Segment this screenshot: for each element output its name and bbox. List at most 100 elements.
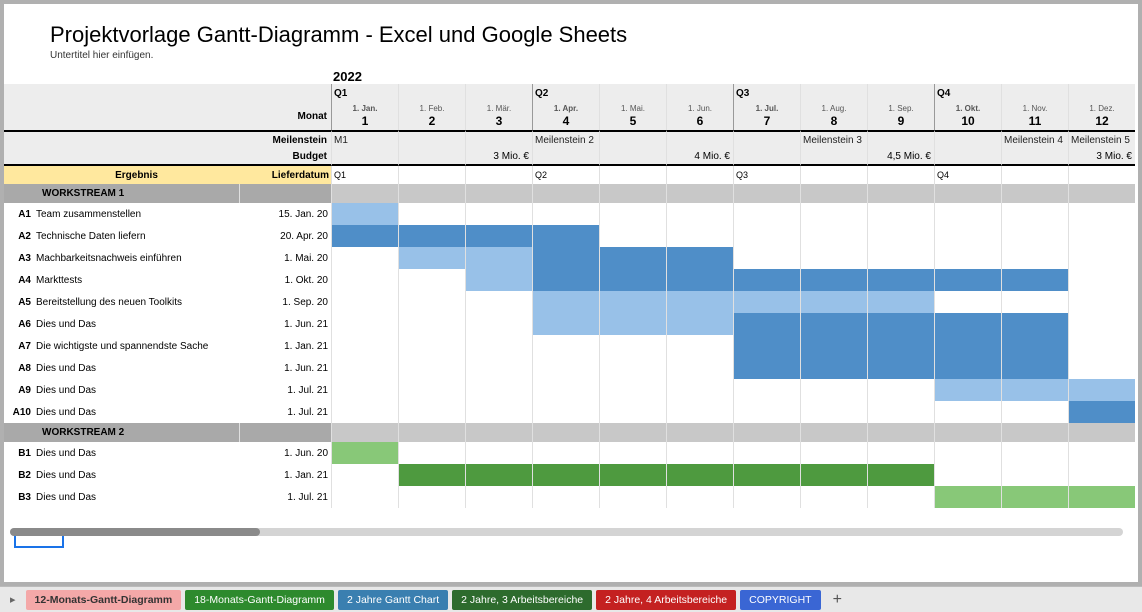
task-row[interactable]: A1Team zusammenstellen15. Jan. 20 [4, 203, 1138, 225]
task-row[interactable]: A3Machbarkeitsnachweis einführen1. Mai. … [4, 247, 1138, 269]
task-row[interactable]: A7Die wichtigste und spannendste Sache1.… [4, 335, 1138, 357]
budget-cell[interactable]: 4 Mio. € [666, 148, 733, 166]
budget-cell[interactable] [398, 148, 465, 166]
quarter-cell[interactable] [398, 84, 465, 102]
milestone-header: Meilenstein [239, 130, 331, 148]
budget-cell[interactable] [733, 148, 800, 166]
budget-cell[interactable] [599, 148, 666, 166]
quarter-cell[interactable]: Q2 [532, 84, 599, 102]
budget-cell[interactable]: 3 Mio. € [465, 148, 532, 166]
quarter-cell[interactable]: Q3 [733, 84, 800, 102]
cell-selection[interactable] [14, 534, 64, 548]
budget-cell[interactable] [1001, 148, 1068, 166]
task-row[interactable]: B1Dies und Das1. Jun. 20 [4, 442, 1138, 464]
milestone-cell[interactable]: Meilenstein 2 [532, 130, 599, 148]
month-cell[interactable]: 1. Aug.8 [800, 102, 867, 130]
ergebnis-cell[interactable]: Q1 [331, 166, 398, 184]
month-cell[interactable]: 1. Dez.12 [1068, 102, 1135, 130]
month-header: Monat [239, 102, 331, 130]
workstream-header[interactable]: WORKSTREAM 1 [4, 184, 1138, 203]
ergebnis-cell[interactable] [867, 166, 934, 184]
ergebnis-cell[interactable] [666, 166, 733, 184]
ergebnis-cell[interactable] [800, 166, 867, 184]
budget-cell[interactable] [800, 148, 867, 166]
month-cell[interactable]: 1. Apr.4 [532, 102, 599, 130]
ergebnis-header: Ergebnis [34, 166, 239, 184]
ergebnis-cell[interactable]: Q4 [934, 166, 1001, 184]
year-label: 2022 [4, 69, 1138, 84]
task-row[interactable]: A6Dies und Das1. Jun. 21 [4, 313, 1138, 335]
task-row[interactable]: A2Technische Daten liefern20. Apr. 20 [4, 225, 1138, 247]
task-row[interactable]: A5Bereitstellung des neuen Toolkits1. Se… [4, 291, 1138, 313]
ergebnis-row: ErgebnisLieferdatumQ1 Q2 Q3 Q4 [4, 166, 1138, 184]
month-cell[interactable]: 1. Jul.7 [733, 102, 800, 130]
ergebnis-cell[interactable] [599, 166, 666, 184]
task-row[interactable]: A4Markttests1. Okt. 20 [4, 269, 1138, 291]
month-cell[interactable]: 1. Jun.6 [666, 102, 733, 130]
milestone-cell[interactable] [733, 130, 800, 148]
budget-cell[interactable] [934, 148, 1001, 166]
month-cell[interactable]: 1. Sep.9 [867, 102, 934, 130]
milestone-cell[interactable] [867, 130, 934, 148]
budget-cell[interactable]: 3 Mio. € [1068, 148, 1135, 166]
add-sheet-button[interactable]: + [825, 591, 850, 609]
milestone-cell[interactable]: Meilenstein 4 [1001, 130, 1068, 148]
page-title: Projektvorlage Gantt-Diagramm - Excel un… [4, 4, 1138, 50]
horizontal-scrollbar[interactable] [10, 528, 1123, 536]
milestone-cell[interactable] [666, 130, 733, 148]
month-cell[interactable]: 1. Mai.5 [599, 102, 666, 130]
lieferdatum-header: Lieferdatum [239, 166, 331, 184]
quarter-cell[interactable]: Q1 [331, 84, 398, 102]
quarter-cell[interactable] [800, 84, 867, 102]
sheet-tabs: ▸ 12-Monats-Gantt-Diagramm18-Monats-Gant… [0, 586, 1142, 612]
milestone-cell[interactable]: Meilenstein 3 [800, 130, 867, 148]
tab-nav-prev[interactable]: ▸ [4, 593, 22, 606]
sheet-tab[interactable]: 18-Monats-Gantt-Diagramm [185, 590, 334, 610]
milestone-cell[interactable] [934, 130, 1001, 148]
ergebnis-cell[interactable] [1068, 166, 1135, 184]
milestone-cell[interactable]: M1 [331, 130, 398, 148]
task-row[interactable]: A9Dies und Das1. Jul. 21 [4, 379, 1138, 401]
quarter-cell[interactable] [599, 84, 666, 102]
ergebnis-cell[interactable]: Q2 [532, 166, 599, 184]
sheet-tab[interactable]: 2 Jahre Gantt Chart [338, 590, 448, 610]
task-row[interactable]: A8Dies und Das1. Jun. 21 [4, 357, 1138, 379]
month-cell[interactable]: 1. Nov.11 [1001, 102, 1068, 130]
budget-row: Budget 3 Mio. € 4 Mio. € 4,5 Mio. € 3 Mio. € [4, 148, 1138, 166]
month-cell[interactable]: 1. Okt.10 [934, 102, 1001, 130]
quarter-cell[interactable]: Q4 [934, 84, 1001, 102]
sheet-tab[interactable]: COPYRIGHT [740, 590, 820, 610]
milestone-row: MeilensteinM1 Meilenstein 2 Meilenstein 3 M… [4, 130, 1138, 148]
quarter-cell[interactable] [867, 84, 934, 102]
quarter-cell[interactable] [666, 84, 733, 102]
milestone-cell[interactable] [465, 130, 532, 148]
month-cell[interactable]: 1. Jan.1 [331, 102, 398, 130]
sheet-tab[interactable]: 2 Jahre, 4 Arbeitsbereiche [596, 590, 736, 610]
quarter-row: Q1 Q2 Q3 Q4 [4, 84, 1138, 102]
ergebnis-cell[interactable] [465, 166, 532, 184]
task-row[interactable]: B2Dies und Das1. Jan. 21 [4, 464, 1138, 486]
quarter-cell[interactable] [1068, 84, 1135, 102]
quarter-cell[interactable] [1001, 84, 1068, 102]
task-row[interactable]: A10Dies und Das1. Jul. 21 [4, 401, 1138, 423]
task-row[interactable]: B3Dies und Das1. Jul. 21 [4, 486, 1138, 508]
page-subtitle: Untertitel hier einfügen. [4, 50, 1138, 69]
workstream-header[interactable]: WORKSTREAM 2 [4, 423, 1138, 442]
milestone-cell[interactable]: Meilenstein 5 [1068, 130, 1135, 148]
budget-cell[interactable] [331, 148, 398, 166]
spreadsheet-canvas[interactable]: Projektvorlage Gantt-Diagramm - Excel un… [4, 4, 1138, 582]
ergebnis-cell[interactable] [398, 166, 465, 184]
ergebnis-cell[interactable] [1001, 166, 1068, 184]
ergebnis-cell[interactable]: Q3 [733, 166, 800, 184]
milestone-cell[interactable] [398, 130, 465, 148]
month-row: Monat1. Jan.11. Feb.21. Mär.31. Apr.41. … [4, 102, 1138, 130]
budget-cell[interactable] [532, 148, 599, 166]
budget-cell[interactable]: 4,5 Mio. € [867, 148, 934, 166]
sheet-tab[interactable]: 2 Jahre, 3 Arbeitsbereiche [452, 590, 592, 610]
budget-header: Budget [239, 148, 331, 166]
quarter-cell[interactable] [465, 84, 532, 102]
month-cell[interactable]: 1. Mär.3 [465, 102, 532, 130]
month-cell[interactable]: 1. Feb.2 [398, 102, 465, 130]
sheet-tab[interactable]: 12-Monats-Gantt-Diagramm [26, 590, 182, 610]
milestone-cell[interactable] [599, 130, 666, 148]
